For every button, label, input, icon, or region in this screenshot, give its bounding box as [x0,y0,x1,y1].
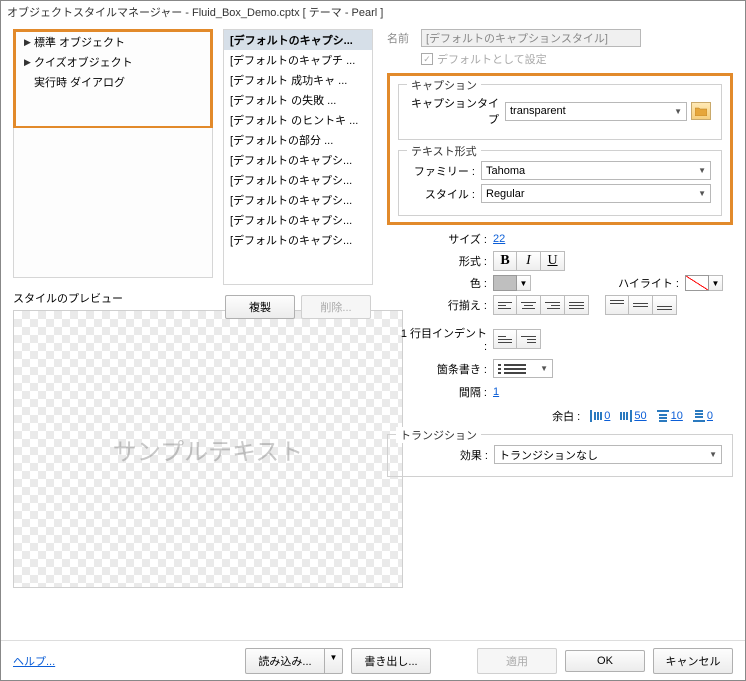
highlight-label: ハイライト : [618,275,679,291]
valign-middle-button[interactable] [629,295,653,315]
font-style-value: Regular [486,188,525,200]
list-item[interactable]: [デフォルトのキャプシ... [224,190,372,210]
chevron-down-icon: ▼ [698,189,706,198]
color-dropdown[interactable]: ▼ [517,275,531,291]
bullet-select[interactable]: ▼ [493,359,553,378]
margin-right[interactable]: 50 [620,410,646,422]
list-item[interactable]: [デフォルトのキャプシ... [224,210,372,230]
margin-left[interactable]: 0 [590,410,610,422]
window-title: オブジェクトスタイルマネージャー - Fluid_Box_Demo.cptx [… [1,1,745,23]
chevron-right-icon: ▶ [24,37,34,48]
tree-item-standard[interactable]: ▶標準 オブジェクト [16,32,210,52]
list-item[interactable]: [デフォルト のヒントキ ... [224,110,372,130]
font-style-select[interactable]: Regular ▼ [481,184,711,203]
color-label: 色 : [397,275,493,291]
list-item[interactable]: [デフォルト の失敗 ... [224,90,372,110]
tree-item-runtime[interactable]: 実行時 ダイアログ [16,72,210,92]
export-button[interactable]: 書き出し... [351,648,431,674]
list-item[interactable]: [デフォルトのキャプシ... [224,170,372,190]
transition-group-title: トランジション [396,427,481,443]
tree-item-label: クイズオブジェクト [34,54,133,70]
highlight-dropdown[interactable]: ▼ [709,275,723,291]
import-button[interactable]: 読み込み... [245,648,325,674]
tree-item-label: 実行時 ダイアログ [34,74,125,90]
chevron-down-icon: ▼ [709,450,717,459]
effect-value: トランジションなし [499,447,598,463]
name-label: 名前 [387,30,421,46]
align-justify-button[interactable] [565,295,589,315]
bold-button[interactable]: B [493,251,517,271]
format-label: 形式 : [397,253,493,269]
font-family-select[interactable]: Tahoma ▼ [481,161,711,180]
chevron-down-icon: ▼ [698,166,706,175]
align-right-button[interactable] [541,295,565,315]
list-item[interactable]: [デフォルトのキャプチ ... [224,50,372,70]
cancel-button[interactable]: キャンセル [653,648,733,674]
import-dropdown[interactable]: ▼ [325,648,343,674]
style-label: スタイル : [409,186,481,202]
list-item[interactable]: [デフォルトの部分 ... [224,130,372,150]
italic-button[interactable]: I [517,251,541,271]
help-link[interactable]: ヘルプ... [13,653,55,669]
font-family-value: Tahoma [486,165,525,177]
text-group-title: テキスト形式 [407,143,481,159]
chevron-right-icon: ▶ [24,57,34,68]
align-center-button[interactable] [517,295,541,315]
transition-effect-select[interactable]: トランジションなし ▼ [494,445,722,464]
indent-increase-button[interactable] [517,329,541,349]
chevron-down-icon: ▼ [540,364,548,373]
align-label: 行揃え : [397,297,493,313]
tree-item-quiz[interactable]: ▶クイズオブジェクト [16,52,210,72]
valign-top-button[interactable] [605,295,629,315]
margin-label: 余白 : [552,408,580,424]
indent-decrease-button[interactable] [493,329,517,349]
margin-bottom-icon [693,410,705,422]
list-item[interactable]: [デフォルトのキャプシ... [224,230,372,250]
chevron-down-icon: ▼ [674,107,682,116]
list-item[interactable]: [デフォルトのキャプシ... [224,150,372,170]
set-default-checkbox: ✓ [421,53,433,65]
style-list[interactable]: [デフォルトのキャプシ... [デフォルトのキャプチ ... [デフォルト 成功… [223,29,373,285]
caption-group-title: キャプション [407,77,481,93]
margin-top[interactable]: 10 [657,410,683,422]
align-left-button[interactable] [493,295,517,315]
tree-item-label: 標準 オブジェクト [34,34,125,50]
browse-folder-button[interactable] [691,102,711,120]
bullet-icon [498,363,528,375]
duplicate-button[interactable]: 複製 [225,295,295,319]
valign-bottom-button[interactable] [653,295,677,315]
style-name-input[interactable] [421,29,641,47]
list-item[interactable]: [デフォルトのキャプシ... [224,30,372,50]
highlight-color-swatch[interactable] [685,275,709,291]
list-item[interactable]: [デフォルト 成功キャ ... [224,70,372,90]
preview-label: スタイルのプレビュー [13,290,213,306]
font-size-value[interactable]: 22 [493,233,505,245]
bullet-label: 箇条書き : [397,361,493,377]
caption-type-select[interactable]: transparent ▼ [505,102,687,121]
delete-button: 削除... [301,295,371,319]
object-tree-lower[interactable] [13,128,213,278]
family-label: ファミリー : [409,163,481,179]
caption-type-label: キャプションタイプ [409,95,505,127]
text-color-swatch[interactable] [493,275,517,291]
indent-label: 1 行目インデント : [397,325,493,353]
spacing-label: 間隔 : [397,384,493,400]
margin-left-icon [590,410,602,422]
ok-button[interactable]: OK [565,650,645,672]
effect-label: 効果 : [398,447,494,463]
line-spacing-value[interactable]: 1 [493,386,499,398]
footer-bar: ヘルプ... 読み込み... ▼ 書き出し... 適用 OK キャンセル [1,640,745,680]
margin-bottom[interactable]: 0 [693,410,713,422]
object-tree[interactable]: ▶標準 オブジェクト ▶クイズオブジェクト 実行時 ダイアログ [13,29,213,129]
underline-button[interactable]: U [541,251,565,271]
set-default-label: デフォルトとして設定 [437,51,547,67]
caption-type-value: transparent [510,105,566,117]
margin-top-icon [657,410,669,422]
size-label: サイズ : [397,231,493,247]
folder-icon [695,106,707,116]
apply-button: 適用 [477,648,557,674]
margin-right-icon [620,410,632,422]
